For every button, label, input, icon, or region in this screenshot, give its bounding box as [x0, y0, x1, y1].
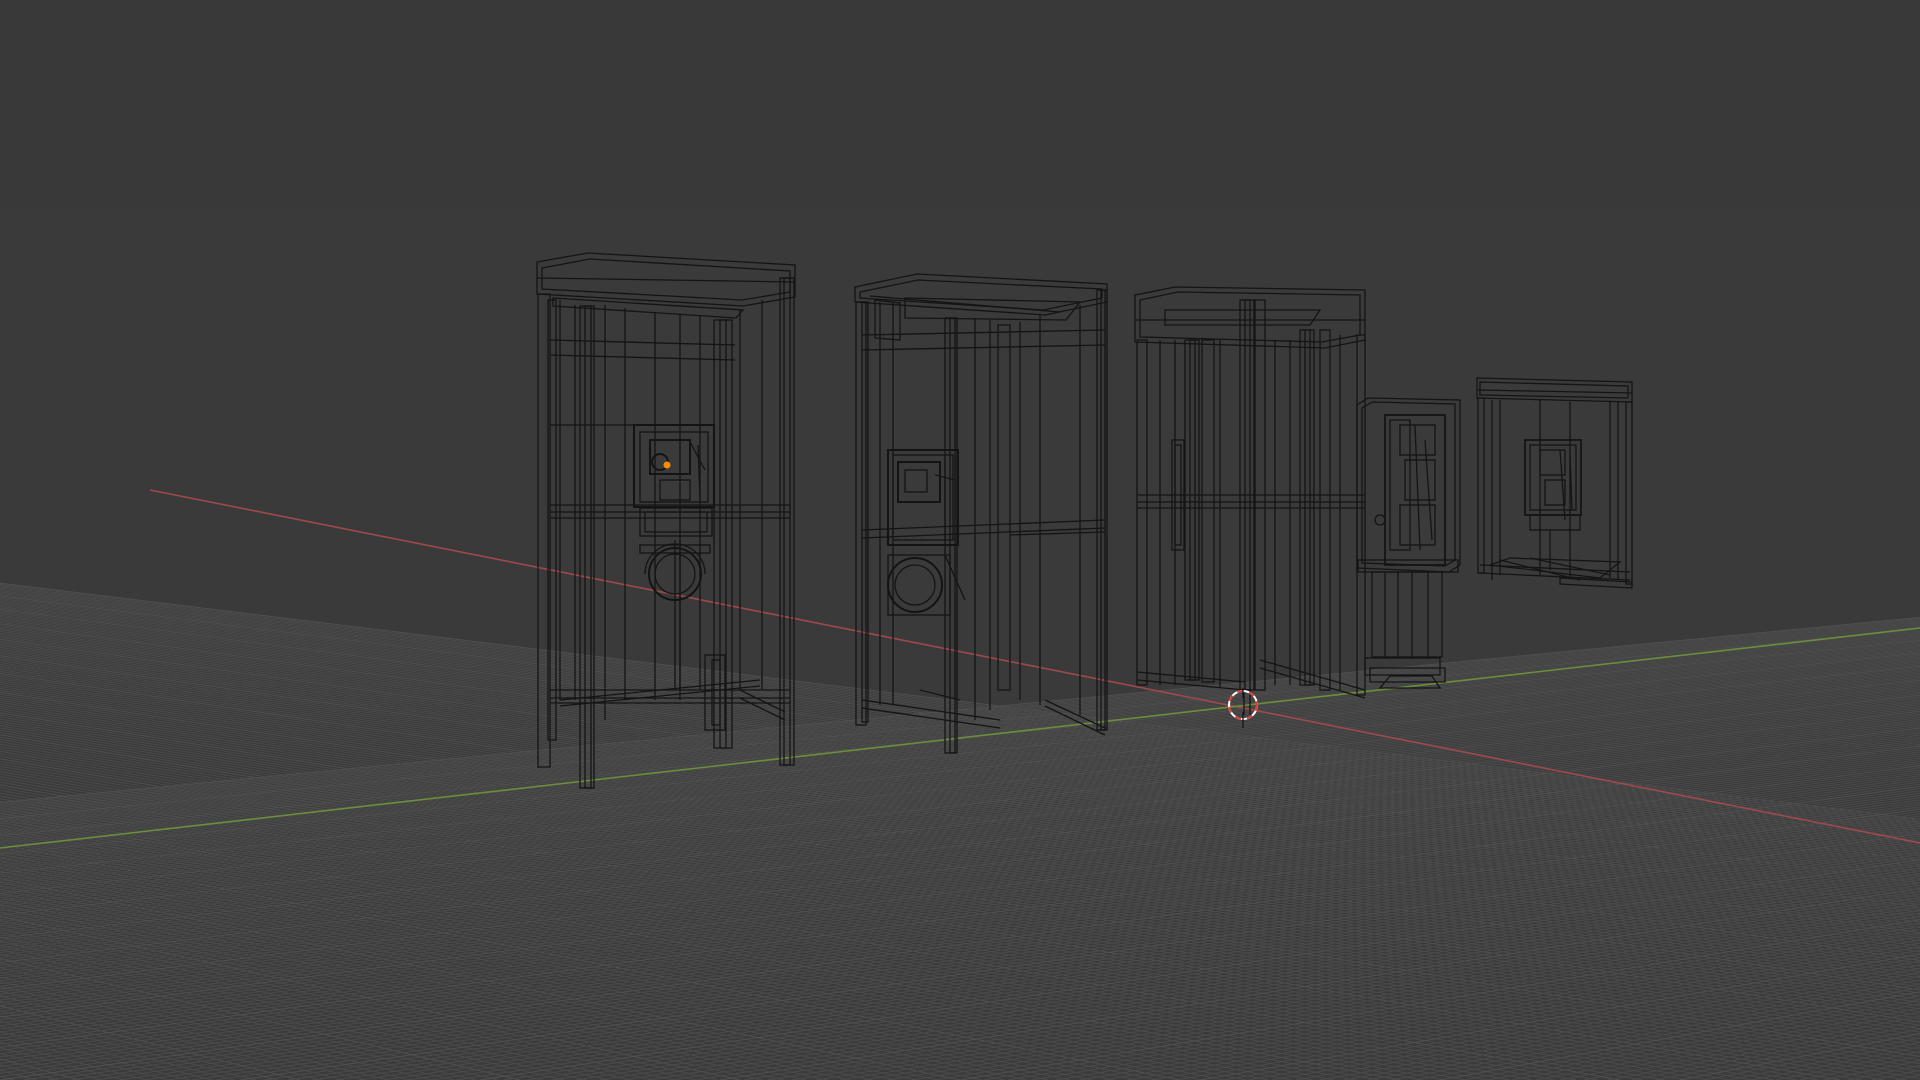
3d-viewport[interactable] [0, 0, 1920, 1080]
object-origin-point [663, 461, 671, 469]
viewport-scene[interactable] [0, 0, 1920, 1080]
